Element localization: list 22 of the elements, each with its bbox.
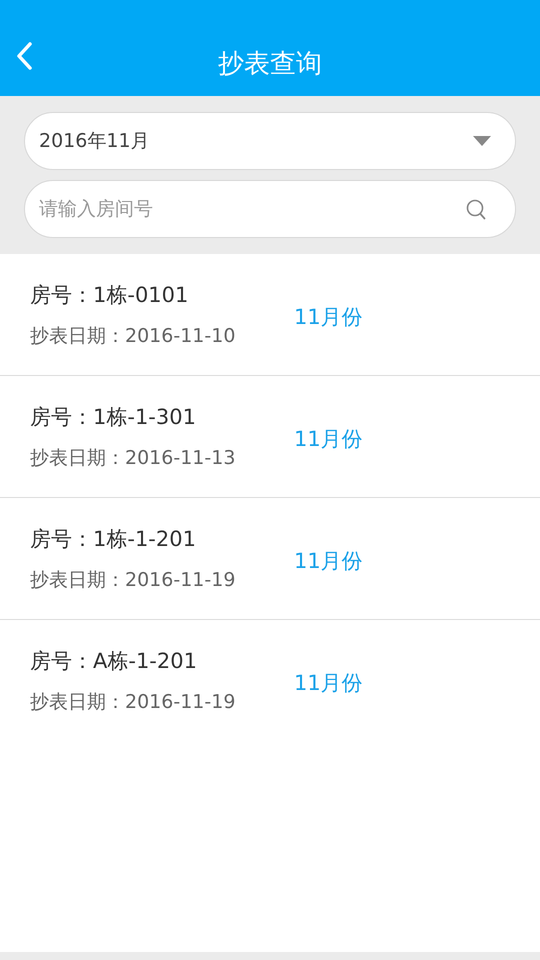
record-row[interactable]: 房号：1栋-1-301 抄表日期：2016-11-13 11月份: [0, 376, 540, 498]
room-number: 房号：1栋-1-201: [30, 526, 197, 552]
month-label: 11月份: [294, 548, 363, 574]
search-icon[interactable]: [466, 199, 486, 220]
room-number: 房号：A栋-1-201: [30, 648, 198, 675]
dropdown-caret-icon: [473, 136, 491, 146]
reading-date: 抄表日期：2016-11-19: [30, 568, 236, 592]
page-title: 抄表查询: [218, 48, 322, 77]
room-number: 房号：1栋-0101: [30, 282, 190, 308]
month-value: 2016年11月: [39, 129, 151, 154]
reading-date: 抄表日期：2016-11-19: [30, 690, 236, 715]
room-number: 房号：1栋-1-301: [30, 404, 197, 430]
month-dropdown[interactable]: 2016年11月: [24, 112, 516, 170]
month-label: 11月份: [294, 426, 363, 452]
reading-date: 抄表日期：2016-11-10: [30, 324, 236, 348]
reading-date: 抄表日期：2016-11-13: [30, 446, 236, 470]
record-row[interactable]: 房号：1栋-1-201 抄表日期：2016-11-19 11月份: [0, 498, 540, 620]
room-search-field[interactable]: 请输入房间号: [24, 180, 516, 238]
record-row[interactable]: 房号：A栋-1-201 抄表日期：2016-11-19 11月份: [0, 620, 540, 742]
month-label: 11月份: [294, 670, 363, 697]
month-label: 11月份: [294, 304, 363, 330]
record-row[interactable]: 房号：1栋-0101 抄表日期：2016-11-10 11月份: [0, 254, 540, 376]
